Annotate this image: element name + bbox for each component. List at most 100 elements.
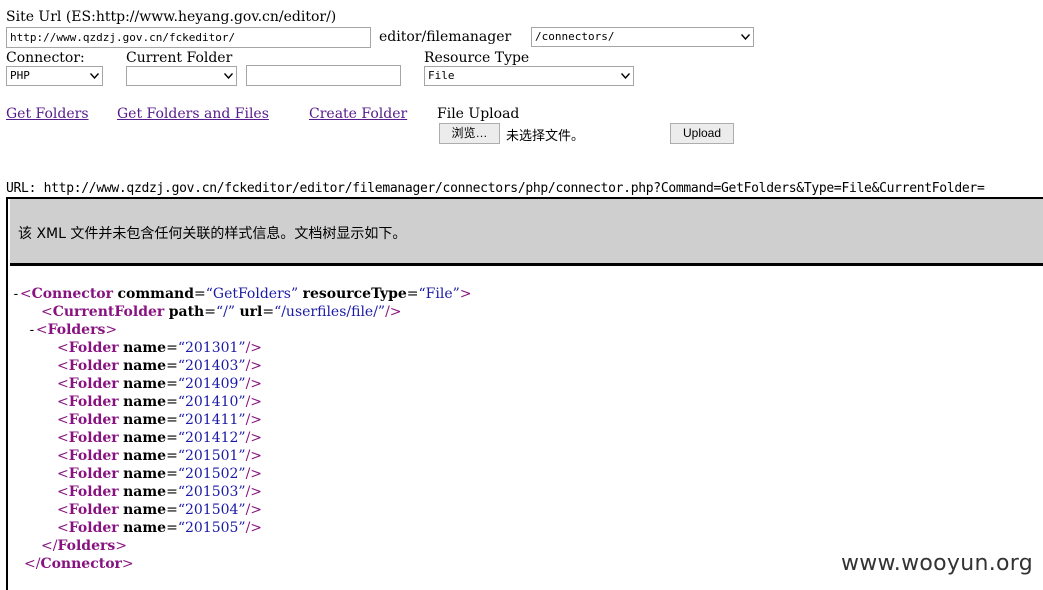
xml-bracket: < [57, 340, 69, 356]
xml-bracket: /> [245, 376, 263, 392]
xml-attr-value: “/” [215, 304, 235, 320]
current-folder-label: Current Folder [126, 50, 233, 66]
xml-bracket: < [57, 412, 69, 428]
xml-style-notice-text: 该 XML 文件并未包含任何关联的样式信息。文档树显示如下。 [18, 226, 407, 242]
xml-attr-value: “GetFolders” [205, 286, 299, 302]
xml-attr-value: “201502” [177, 466, 246, 482]
chevron-down-icon [739, 31, 751, 43]
xml-bracket: /> [245, 448, 263, 464]
xml-attr-value: “File” [418, 286, 460, 302]
xml-bracket: /> [245, 340, 263, 356]
xml-folder-row: <Folder name=“201503”/> [57, 484, 263, 500]
xml-tag-name: Folder [68, 484, 119, 500]
xml-attr-name: path [168, 304, 205, 320]
xml-folder-row: <Folder name=“201505”/> [57, 520, 263, 536]
xml-tag-name: Folder [68, 466, 119, 482]
connector-select-value: PHP [10, 69, 30, 82]
current-folder-select[interactable] [126, 66, 237, 86]
xml-attr-name: name [123, 394, 167, 410]
xml-attr-name: name [123, 466, 167, 482]
xml-folder-row: <Folder name=“201301”/> [57, 340, 263, 356]
xml-attr-value: “201503” [177, 484, 246, 500]
xml-tag-name: Folder [68, 520, 119, 536]
resource-type-select[interactable]: File [424, 66, 634, 86]
xml-attr-name: url [239, 304, 263, 320]
request-url: URL: http://www.qzdzj.gov.cn/fckeditor/e… [6, 181, 985, 196]
xml-attr-name: name [123, 412, 167, 428]
xml-bracket: < [57, 502, 69, 518]
xml-attr-name: name [123, 430, 167, 446]
xml-folder-row: <Folder name=“201410”/> [57, 394, 263, 410]
xml-tag-name: Folder [68, 502, 119, 518]
xml-attr-name: name [123, 358, 167, 374]
xml-tag-name: Folders [57, 538, 116, 554]
xml-bracket: < [19, 286, 32, 302]
xml-attr-name: name [123, 340, 167, 356]
xml-bracket: /> [245, 394, 263, 410]
xml-folder-row: <Folder name=“201412”/> [57, 430, 263, 446]
resource-type-select-value: File [428, 69, 455, 82]
xml-tag-name: Folders [47, 322, 106, 338]
xml-attr-value: “201301” [177, 340, 246, 356]
xml-tag-name: Folder [68, 430, 119, 446]
xml-attr-name: name [123, 484, 167, 500]
xml-tag-name: Folder [68, 376, 119, 392]
chevron-down-icon [222, 70, 234, 82]
connectors-select[interactable]: /connectors/ [531, 27, 754, 47]
xml-bracket: < [57, 466, 69, 482]
xml-bracket: /> [245, 466, 263, 482]
xml-attr-value: “201403” [177, 358, 246, 374]
xml-folder-row: <Folder name=“201501”/> [57, 448, 263, 464]
xml-tag-name: Folder [68, 394, 119, 410]
xml-attr-name: name [123, 448, 167, 464]
xml-connector-open[interactable]: -<Connector command=“GetFolders” resourc… [12, 285, 472, 303]
chevron-down-icon [88, 70, 100, 82]
xml-tag-name: Folder [68, 412, 119, 428]
path-label: editor/filemanager [379, 29, 512, 45]
xml-tag-name: Folder [68, 340, 119, 356]
xml-attr-value: “/userfiles/file/” [274, 304, 386, 320]
xml-bracket: > [459, 286, 472, 302]
create-folder-link[interactable]: Create Folder [309, 106, 407, 122]
get-folders-link[interactable]: Get Folders [6, 106, 89, 122]
xml-bracket: /> [245, 484, 263, 500]
xml-attr-name: command [117, 286, 194, 302]
connector-select[interactable]: PHP [6, 66, 103, 86]
xml-folder-row: <Folder name=“201502”/> [57, 466, 263, 482]
xml-bracket: /> [245, 520, 263, 536]
upload-button[interactable]: Upload [670, 123, 734, 144]
xml-attr-value: “201501” [177, 448, 246, 464]
xml-tag-name: Connector [40, 556, 122, 572]
xml-attr-value: “201504” [177, 502, 246, 518]
xml-bracket: < [41, 304, 53, 320]
xml-attr-name: name [123, 520, 167, 536]
browse-button[interactable]: 浏览… [439, 123, 500, 144]
current-folder-input[interactable] [246, 65, 401, 86]
file-upload-label: File Upload [437, 106, 520, 122]
xml-attr-value: “201409” [177, 376, 246, 392]
site-url-input[interactable] [6, 27, 371, 48]
xml-attr-name: resourceType [302, 286, 407, 302]
xml-folders-open[interactable]: -<Folders> [28, 321, 117, 339]
xml-folder-row: <Folder name=“201403”/> [57, 358, 263, 374]
xml-tag-name: Connector [31, 286, 114, 302]
xml-bracket: < [35, 322, 48, 338]
get-folders-and-files-link[interactable]: Get Folders and Files [117, 106, 269, 122]
xml-attr-name: name [123, 376, 167, 392]
xml-viewer-frame: 该 XML 文件并未包含任何关联的样式信息。文档树显示如下。 -<Connect… [6, 197, 1043, 590]
xml-bracket: > [115, 538, 127, 554]
collapse-toggle-icon: - [28, 323, 36, 338]
xml-folders-close: </Folders> [41, 537, 127, 555]
xml-bracket: < [57, 520, 69, 536]
connectors-select-value: /connectors/ [535, 30, 615, 43]
chevron-down-icon [619, 70, 631, 82]
xml-bracket: < [57, 430, 69, 446]
site-url-label: Site Url (ES:http://www.heyang.gov.cn/ed… [6, 9, 337, 25]
xml-bracket: /> [245, 430, 263, 446]
xml-tag-name: CurrentFolder [52, 304, 165, 320]
xml-bracket: > [121, 556, 134, 572]
xml-attr-value: “201412” [177, 430, 246, 446]
xml-tag-name: Folder [68, 448, 119, 464]
xml-attr-value: “201505” [177, 520, 246, 536]
xml-attr-value: “201410” [177, 394, 246, 410]
